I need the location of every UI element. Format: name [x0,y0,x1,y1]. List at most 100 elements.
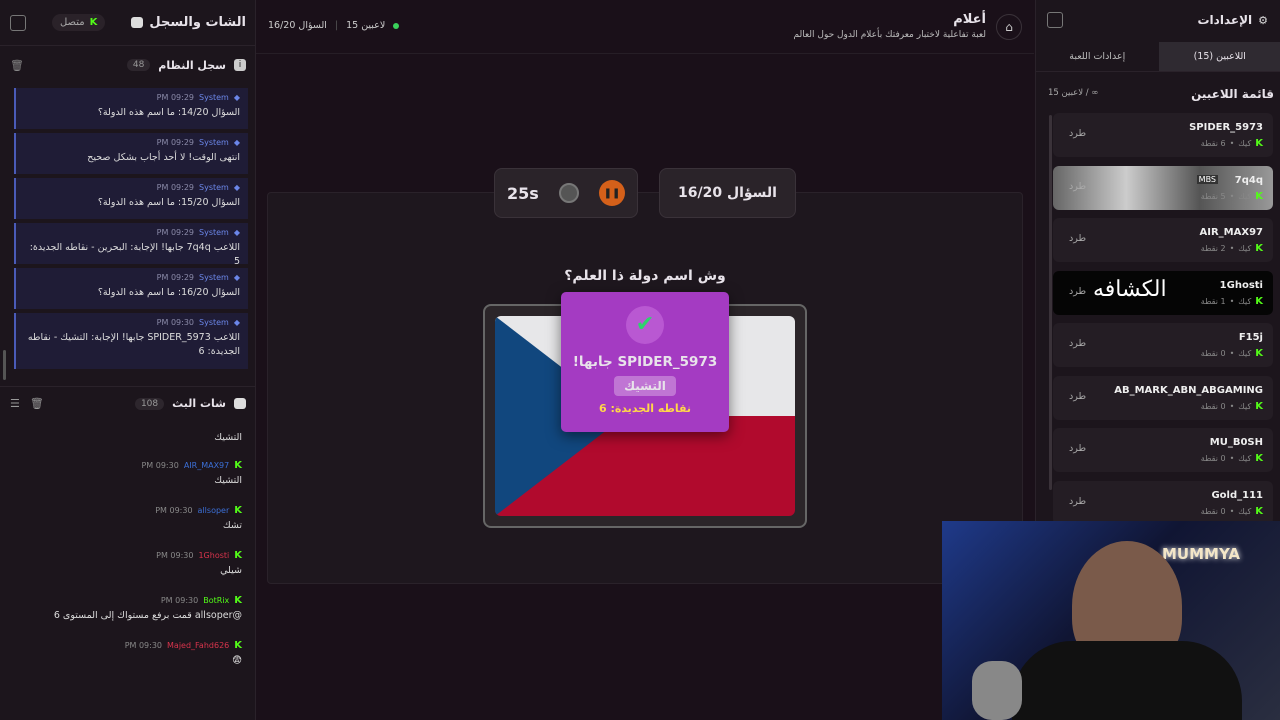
home-button[interactable]: ⌂ [996,14,1022,40]
player-row: 5F15jKكيك•0 نقطةطرد [1053,323,1273,367]
chat-message: K BotRix 09:30 PM @allsoper قمت برفع مستواك… [10,595,242,621]
correct-answer-popup: ✔ SPIDER_5973 جابها! التشيك نقاطه الجديد… [561,292,729,432]
player-meta: K كيك • 5 نقطة [1200,190,1263,202]
chat-text: التشيك [214,475,242,486]
collapse-panel-icon[interactable] [10,14,26,31]
filter-icon[interactable]: ☰ [10,397,20,410]
correct-answer: التشيك [614,376,676,396]
player-points: 0 نقطة [1200,401,1226,411]
tab-players[interactable]: اللاعبين (15) [1158,42,1280,71]
chat-panel-title-text: الشات والسجل [149,15,246,30]
player-platform: كيك [1238,401,1252,411]
log-message: انتهى الوقت! لا أحد أجاب بشكل صحيح [87,152,240,163]
player-points: 0 نقطة [1200,454,1226,463]
player-name: Gold_111 [1211,489,1263,501]
chat-bubble-icon [131,17,144,28]
player-points: 2 نقطة [1200,244,1226,253]
system-log-entry: ◆ System 09:29 PM السؤال 15/20: ما اسم هذه … [14,178,248,219]
tab-game-settings[interactable]: إعدادات اللعبة [1036,42,1159,71]
players-list-count: 15 لاعبين / ∞ [1048,88,1099,98]
timer-value: 25s [507,183,539,203]
chat-username[interactable]: 1Ghosti [198,551,229,560]
player-banner-text: الكشافه [1093,276,1167,302]
player-platform: كيك [1238,139,1252,148]
player-name: MU_B0SH [1209,437,1263,448]
player-platform: كيك [1238,244,1252,253]
system-log-entry: ◆ System 09:29 PM انتهى الوقت! لا أحد أجاب … [14,133,248,174]
player-meta: K كيك • 0 نقطة [1200,505,1263,517]
log-time: 09:29 PM [156,273,194,282]
player-platform: كيك [1238,454,1252,463]
connection-status-label: متصل [59,17,85,28]
chat-text: @allsoper قمت برفع مستواك إلى المستوى 6 [53,610,242,621]
chat-message: K Majed_Fahd626 09:30 PM 😨 [10,640,242,666]
kick-badge-icon: K [234,505,242,516]
log-scrollbar[interactable] [3,350,6,380]
chat-time: 09:30 PM [141,461,179,470]
kick-player-button[interactable]: طرد [1069,391,1086,402]
log-sender: System [199,93,229,102]
clear-chat-trash-icon[interactable]: 🗑 [30,397,44,410]
chat-username[interactable]: allsoper [198,506,230,515]
player-row: 2MBS7q4qKكيك•5 نقطةطرد [1053,165,1273,210]
question-prompt: وش اسم دولة ذا العلم؟ [267,268,1023,284]
question-counter-card: السؤال 16/20 [659,168,796,218]
question-prompt-text: وش اسم دولة ذا العلم؟ [564,268,726,284]
log-time: 09:30 PM [156,318,194,327]
player-row: 7MU_B0SHKكيك•0 نقطةطرد [1053,428,1273,472]
player-meta: K كيك • 0 نقطة [1200,400,1263,412]
kick-badge-icon: K [234,550,242,561]
kick-player-button[interactable]: طرد [1069,286,1086,297]
system-log-count: 48 [126,59,151,71]
chat-panel-header: متصل K الشات والسجل [0,0,256,46]
log-message: اللاعب SPIDER_5973 جابها! الإجابة: التشي… [27,332,240,358]
log-time: 09:29 PM [156,138,194,147]
log-message: السؤال 15/20: ما اسم هذه الدولة؟ [97,197,240,208]
player-meta: K كيك • 0 نقطة [1200,453,1263,464]
kick-badge-icon: K [234,640,242,651]
collapse-settings-icon[interactable] [1047,12,1063,28]
player-meta: K كيك • 2 نقطة [1200,243,1263,254]
kick-logo-icon: K [1255,295,1263,307]
player-points: 6 نقطة [1200,139,1226,148]
chat-username[interactable]: BotRix [203,596,229,605]
winner-headline: SPIDER_5973 جابها! [572,354,718,370]
kick-player-button[interactable]: طرد [1069,233,1086,244]
log-sender: System [199,228,229,237]
chat-time: 09:30 PM [160,596,199,605]
chat-username[interactable]: AIR_MAX97 [184,461,229,470]
system-shield-icon: ◆ [233,93,240,102]
kick-badge-icon: K [234,595,242,606]
chat-message: Kallsoper 09:30 PM تشك [10,505,242,531]
players-scrollbar[interactable] [1049,115,1052,490]
log-time: 09:29 PM [156,228,194,237]
player-row: 1SPIDER_5973Kكيك•6 نقطةطرد [1053,113,1273,157]
player-points: 0 نقطة [1200,506,1226,516]
kick-player-button[interactable]: طرد [1069,128,1086,139]
log-time: 09:29 PM [156,93,194,102]
chat-text: 😨 [232,655,242,666]
system-shield-icon: ◆ [233,318,240,327]
game-header: ⌂ أعلام لعبة تفاعلية لاختبار معرفتك بأعل… [256,0,1034,54]
pause-button[interactable]: ❚❚ [598,180,625,206]
system-log-title: سجل النظام [158,58,226,72]
log-sender: System [199,138,229,147]
pause-icon: ❚❚ [603,187,621,199]
kick-logo-icon: K [1255,505,1263,517]
chat-time: 09:30 PM [155,506,193,515]
system-shield-icon: ◆ [233,273,240,282]
kick-player-button[interactable]: طرد [1069,338,1086,349]
kick-player-button[interactable]: طرد [1069,496,1086,507]
kick-logo-icon: K [1255,453,1263,464]
chat-message: K 1Ghosti 09:30 PM شيلي [10,550,242,576]
player-platform: كيك [1238,296,1252,306]
settings-tabs: اللاعبين (15) إعدادات اللعبة [1036,42,1280,72]
kick-player-button[interactable]: طرد [1069,443,1086,454]
info-icon: i [234,59,246,71]
chat-username[interactable]: Majed_Fahd626 [167,641,229,650]
check-icon: ✔ [626,306,664,344]
clear-log-trash-icon[interactable]: 🗑 [10,59,24,72]
chat-message: K AIR_MAX97 09:30 PM التشيك [10,460,242,486]
system-log-entry: ◆ System 09:30 PM اللاعب SPIDER_5973 جابها!… [14,313,248,369]
kick-player-button[interactable]: طرد [1069,181,1086,192]
